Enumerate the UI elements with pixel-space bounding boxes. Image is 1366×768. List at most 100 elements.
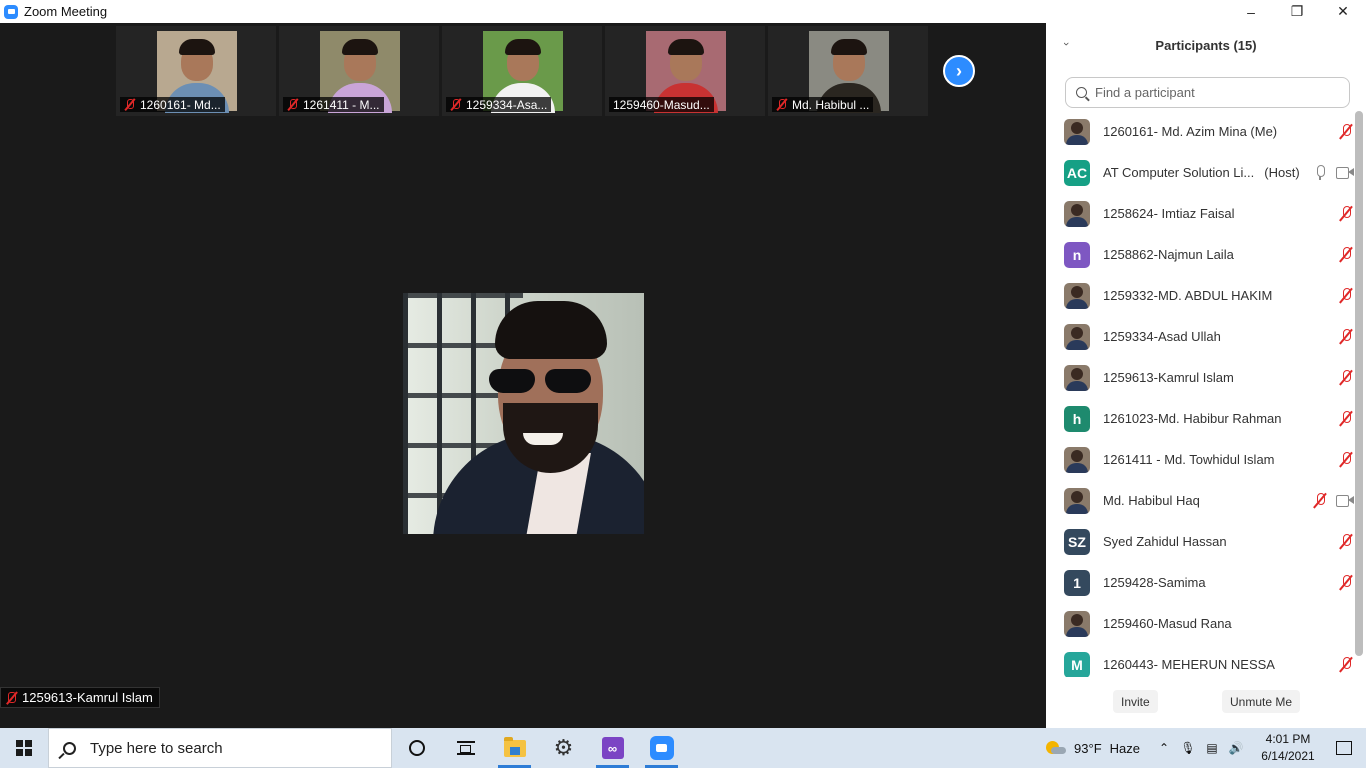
weather-haze-icon: [1046, 741, 1067, 755]
participant-row[interactable]: 1258624- Imtiaz Faisal: [1046, 193, 1354, 234]
chevron-down-icon[interactable]: ›: [1060, 42, 1072, 46]
cortana-button[interactable]: [392, 728, 441, 768]
video-tile-label: 1259334-Asa...: [446, 97, 552, 112]
settings-button[interactable]: ⚙: [539, 728, 588, 768]
video-tile-name: 1259460-Masud...: [613, 97, 710, 112]
mic-muted-icon[interactable]: [1338, 287, 1354, 303]
video-strip: 1260161- Md... 1261411 - M... 1259334-Asa.…: [116, 26, 932, 116]
participant-status: [1338, 123, 1354, 139]
active-speaker-video: [403, 293, 644, 534]
video-tile[interactable]: 1259460-Masud...: [605, 26, 765, 116]
mic-muted-icon[interactable]: [1338, 328, 1354, 344]
task-view-button[interactable]: [441, 728, 490, 768]
network-icon[interactable]: ▤: [1200, 728, 1224, 768]
participant-name: Md. Habibul Haq: [1103, 493, 1200, 508]
mic-muted-icon[interactable]: [1338, 574, 1354, 590]
microphone-icon[interactable]: 🎙: [1176, 728, 1200, 768]
taskbar-search[interactable]: Type here to search: [48, 728, 392, 768]
video-tile-label: 1260161- Md...: [120, 97, 225, 112]
video-tile[interactable]: 1260161- Md...: [116, 26, 276, 116]
notifications-button[interactable]: [1322, 728, 1366, 768]
mic-muted-icon[interactable]: [1338, 656, 1354, 672]
active-speaker-name: 1259613-Kamrul Islam: [22, 690, 153, 705]
participant-row[interactable]: Md. Habibul Haq: [1046, 480, 1354, 521]
mic-muted-icon[interactable]: [1338, 246, 1354, 262]
participant-row[interactable]: n 1258862-Najmun Laila: [1046, 234, 1354, 275]
video-camera-icon[interactable]: [1336, 166, 1354, 179]
participant-name: AT Computer Solution Li...: [1103, 165, 1255, 180]
participant-row[interactable]: 1259332-MD. ABDUL HAKIM: [1046, 275, 1354, 316]
participant-row[interactable]: SZ Syed Zahidul Hassan: [1046, 521, 1354, 562]
participant-row[interactable]: 1260161- Md. Azim Mina (Me): [1046, 111, 1354, 152]
mic-muted-icon: [124, 98, 136, 111]
mic-muted-icon[interactable]: [1338, 205, 1354, 221]
participant-search-input[interactable]: [1095, 85, 1335, 100]
close-button[interactable]: ✕: [1320, 0, 1366, 23]
mic-muted-icon: [776, 98, 788, 111]
maximize-button[interactable]: ❐: [1274, 0, 1320, 23]
mic-muted-icon[interactable]: [1338, 369, 1354, 385]
video-tile-label: 1261411 - M...: [283, 97, 384, 112]
participant-name: 1258624- Imtiaz Faisal: [1103, 206, 1235, 221]
taskbar-search-placeholder: Type here to search: [90, 739, 223, 757]
participant-row[interactable]: M 1260443- MEHERUN NESSA: [1046, 644, 1354, 677]
video-tile[interactable]: 1259334-Asa...: [442, 26, 602, 116]
participants-footer: Invite Unmute Me: [1046, 690, 1366, 714]
participant-row[interactable]: 1259613-Kamrul Islam: [1046, 357, 1354, 398]
participant-role: (Host): [1264, 165, 1300, 180]
mic-muted-icon[interactable]: [1312, 492, 1328, 508]
zoom-taskbar-button[interactable]: [637, 728, 686, 768]
windows-icon: [16, 740, 32, 756]
participant-name: 1258862-Najmun Laila: [1103, 247, 1234, 262]
participant-status: [1338, 246, 1354, 262]
participant-row[interactable]: h 1261023-Md. Habibur Rahman: [1046, 398, 1354, 439]
volume-icon[interactable]: 🔊: [1224, 728, 1248, 768]
weather-widget[interactable]: 93°F Haze: [1046, 741, 1140, 756]
chevron-up-icon[interactable]: ⌃: [1152, 728, 1176, 768]
microphone-icon[interactable]: [1312, 164, 1328, 180]
visual-studio-button[interactable]: ∞: [588, 728, 637, 768]
minimize-button[interactable]: –: [1228, 0, 1274, 23]
participant-search[interactable]: [1065, 77, 1350, 108]
participant-row[interactable]: AC AT Computer Solution Li... (Host): [1046, 152, 1354, 193]
next-page-button[interactable]: ›: [943, 55, 975, 87]
clock[interactable]: 4:01 PM 6/14/2021: [1254, 731, 1322, 765]
participant-name: 1261023-Md. Habibur Rahman: [1103, 411, 1282, 426]
mic-muted-icon[interactable]: [1338, 533, 1354, 549]
video-tile-name: 1259334-Asa...: [466, 97, 548, 112]
participant-name: Syed Zahidul Hassan: [1103, 534, 1227, 549]
taskbar: Type here to search ⚙ ∞ 93°F Haze ⌃ 🎙 ▤ …: [0, 728, 1366, 768]
avatar: SZ: [1064, 528, 1090, 555]
notification-icon: [1336, 741, 1352, 755]
participant-row[interactable]: 1 1259428-Samima: [1046, 562, 1354, 603]
unmute-me-button[interactable]: Unmute Me: [1222, 690, 1301, 713]
invite-button[interactable]: Invite: [1113, 690, 1158, 713]
avatar: [1064, 323, 1090, 350]
participants-scrollbar[interactable]: [1355, 111, 1363, 656]
avatar: [1064, 610, 1090, 637]
participant-row[interactable]: 1261411 - Md. Towhidul Islam: [1046, 439, 1354, 480]
participant-status: [1338, 328, 1354, 344]
participant-row[interactable]: 1259334-Asad Ullah: [1046, 316, 1354, 357]
video-camera-icon[interactable]: [1336, 494, 1354, 507]
weather-temp: 93°F: [1074, 740, 1102, 756]
participant-status: [1312, 164, 1354, 180]
video-tile-name: 1261411 - M...: [303, 97, 380, 112]
participant-row[interactable]: 1259460-Masud Rana: [1046, 603, 1354, 644]
participant-status: [1338, 533, 1354, 549]
video-tile[interactable]: Md. Habibul ...: [768, 26, 928, 116]
avatar: [1064, 282, 1090, 309]
mic-muted-icon[interactable]: [1338, 123, 1354, 139]
start-button[interactable]: [0, 728, 48, 768]
avatar: M: [1064, 651, 1090, 677]
participant-name: 1259332-MD. ABDUL HAKIM: [1103, 288, 1273, 303]
mic-muted-icon[interactable]: [1338, 410, 1354, 426]
mic-muted-icon: [450, 98, 462, 111]
participants-header: › Participants (15): [1046, 30, 1366, 60]
mic-muted-icon[interactable]: [1338, 451, 1354, 467]
avatar: [1064, 200, 1090, 227]
participant-status: [1338, 451, 1354, 467]
chevron-right-icon: ›: [956, 60, 962, 81]
file-explorer-button[interactable]: [490, 728, 539, 768]
video-tile[interactable]: 1261411 - M...: [279, 26, 439, 116]
